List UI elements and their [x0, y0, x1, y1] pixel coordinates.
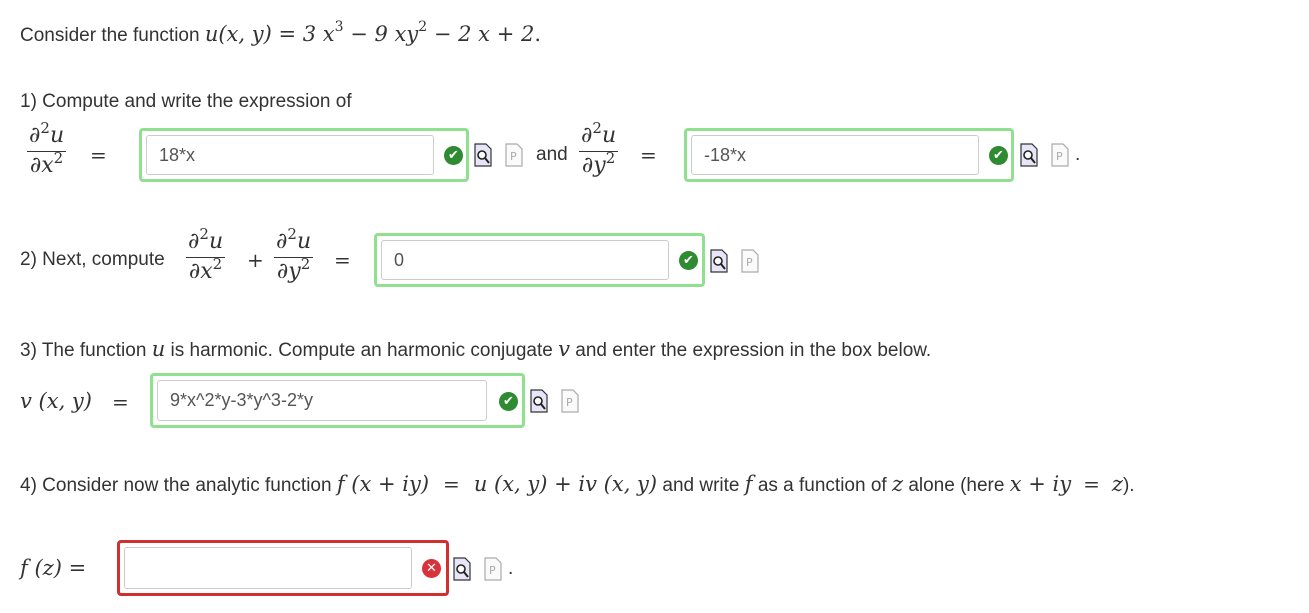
q3-answer-input[interactable] [157, 380, 487, 421]
magnifier-preview-icon[interactable] [473, 143, 493, 167]
page-p-icon[interactable]: P [740, 249, 760, 273]
q4-text: 4) Consider now the analytic function f … [20, 472, 1135, 496]
q1-equals-1: = [90, 143, 107, 167]
q2-fraction-xx: ∂2u ∂x2 [186, 225, 226, 284]
q2-answer-wrapper: ✔ [374, 233, 705, 287]
svg-text:P: P [746, 256, 753, 269]
q3-equals: = [112, 390, 129, 414]
q1-answer-yy-input[interactable] [691, 135, 979, 175]
svg-text:P: P [566, 396, 573, 409]
q1-answer-xx-input[interactable] [146, 135, 434, 175]
q1-answer-xx-wrapper: ✔ [139, 128, 469, 182]
correct-check-icon: ✔ [989, 146, 1008, 165]
q3-text: 3) The function u is harmonic. Compute a… [20, 337, 932, 361]
page-p-icon[interactable]: P [560, 389, 580, 413]
q1-equals-2: = [640, 143, 657, 167]
q2-answer-input[interactable] [381, 240, 669, 280]
q3-lhs: v (x, y) [20, 389, 92, 413]
q4-period: . [508, 558, 514, 579]
page-p-icon[interactable]: P [483, 557, 503, 581]
magnifier-preview-icon[interactable] [452, 557, 472, 581]
intro-text: Consider the function [20, 25, 205, 46]
q3-answer-wrapper: ✔ [150, 373, 525, 428]
q1-fraction-xx: ∂2u ∂x2 [27, 119, 67, 178]
q1-and: and [536, 144, 568, 165]
q1-answer-yy-wrapper: ✔ [684, 128, 1014, 182]
svg-text:P: P [489, 564, 496, 577]
q2-plus: + [247, 248, 264, 272]
page-p-icon[interactable]: P [1050, 143, 1070, 167]
intro-line: Consider the function u(x, y) = 3 x3 − 9… [20, 19, 542, 49]
q1-period: . [1075, 144, 1081, 165]
magnifier-preview-icon[interactable] [1019, 143, 1039, 167]
q1-fraction-yy: ∂2u ∂y2 [579, 119, 619, 178]
q4-answer-input[interactable] [124, 547, 412, 589]
magnifier-preview-icon[interactable] [709, 249, 729, 273]
q1-text: 1) Compute and write the expression of [20, 91, 352, 112]
q2-fraction-yy: ∂2u ∂y2 [274, 225, 314, 284]
page-p-icon[interactable]: P [504, 143, 524, 167]
correct-check-icon: ✔ [679, 251, 698, 270]
q4-lhs: f (z) = [20, 556, 87, 580]
svg-text:P: P [510, 150, 517, 163]
incorrect-x-icon: ✕ [422, 559, 441, 578]
intro-function: u(x, y) = 3 x3 − 9 xy2 − 2 x + 2. [204, 19, 542, 46]
q2-text: 2) Next, compute [20, 249, 165, 270]
magnifier-preview-icon[interactable] [529, 389, 549, 413]
q4-answer-wrapper: ✕ [117, 540, 449, 596]
correct-check-icon: ✔ [499, 392, 518, 411]
correct-check-icon: ✔ [444, 146, 463, 165]
svg-text:P: P [1056, 150, 1063, 163]
q2-equals: = [334, 248, 351, 272]
